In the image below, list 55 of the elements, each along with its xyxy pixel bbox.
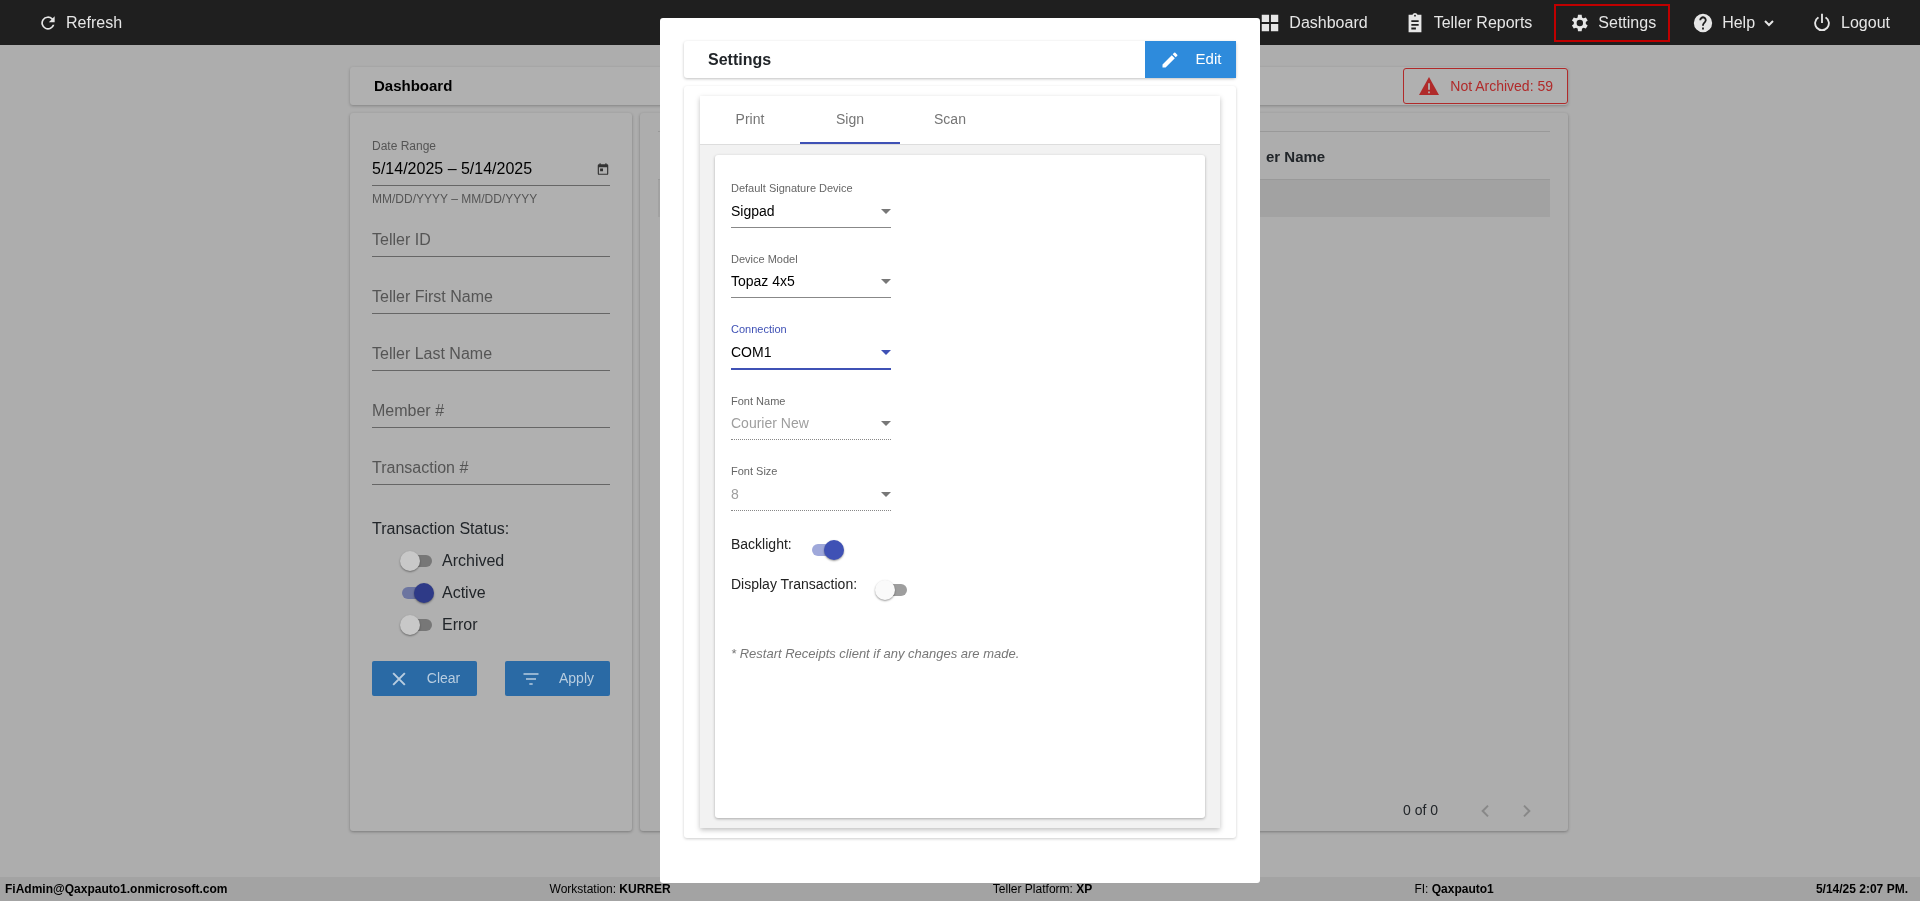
dialog-title: Settings xyxy=(707,49,772,70)
date-range-field[interactable]: 5/14/2025 – 5/14/2025 xyxy=(372,155,610,186)
dropdown-caret-icon xyxy=(881,421,891,426)
toggle-label: Backlight: xyxy=(731,534,792,554)
column-header: er Name xyxy=(1266,148,1326,165)
dropdown-caret-icon xyxy=(881,491,891,497)
refresh-button[interactable]: Refresh xyxy=(24,3,137,42)
tab[interactable]: Print xyxy=(700,96,800,144)
select-field[interactable]: COM1 xyxy=(731,339,891,370)
field-label: Font Size xyxy=(731,464,779,479)
nav-item[interactable]: Settings xyxy=(1554,3,1671,42)
nav-item[interactable]: Teller Reports xyxy=(1389,3,1547,42)
input-field[interactable]: Member # xyxy=(372,395,610,428)
dropdown-caret-icon xyxy=(881,349,891,355)
toggle-label: Display Transaction: xyxy=(731,574,858,594)
status-text: 5/14/25 2:07 PM. xyxy=(1815,881,1908,898)
toggle-switch[interactable] xyxy=(400,551,434,571)
input-field[interactable]: Teller First Name xyxy=(372,281,610,314)
status-text: FiAdmin@Qaxpauto1.onmicrosoft.com xyxy=(5,881,228,898)
page-count: 0 of 0 xyxy=(1402,801,1438,820)
nav-item[interactable]: Help xyxy=(1678,3,1790,42)
tab[interactable]: Scan xyxy=(900,96,1000,144)
select-field[interactable]: Sigpad xyxy=(731,198,891,228)
nav-item[interactable]: Dashboard xyxy=(1245,3,1382,42)
input-field[interactable]: Teller Last Name xyxy=(372,338,610,371)
status-text: FI: Qaxpauto1 xyxy=(1414,881,1494,898)
select-field: 8 xyxy=(731,481,891,511)
select-field[interactable]: Topaz 4x5 xyxy=(731,269,891,298)
field-label: Default Signature Device xyxy=(731,181,854,196)
help-icon xyxy=(1692,11,1715,34)
toggle-label: Active xyxy=(442,583,486,603)
edit-button[interactable]: Edit xyxy=(1145,41,1236,78)
status-text: Workstation: KURRER xyxy=(549,881,671,898)
input-field[interactable]: Teller ID xyxy=(372,224,610,257)
toggle-switch[interactable] xyxy=(400,583,434,603)
toggle-label: Error xyxy=(442,615,478,635)
field-label: Font Name xyxy=(731,393,787,409)
field-label: Connection xyxy=(731,322,788,337)
date-format-hint: MM/DD/YYYY – MM/DD/YYYY xyxy=(372,191,539,208)
field-label: Date Range xyxy=(372,138,438,155)
dropdown-caret-icon xyxy=(881,208,891,214)
nav-item[interactable]: Logout xyxy=(1797,3,1904,42)
input-field[interactable]: Transaction # xyxy=(372,452,610,485)
field-label: Device Model xyxy=(731,251,799,267)
restart-note: * Restart Receipts client if any changes are made. xyxy=(731,644,1021,663)
status-text: Teller Platform: XP xyxy=(992,881,1093,898)
toggle-switch[interactable] xyxy=(400,615,434,635)
status-heading: Transaction Status: xyxy=(372,519,511,539)
tab[interactable]: Sign xyxy=(800,96,900,144)
select-field: Courier New xyxy=(731,411,891,440)
dropdown-caret-icon xyxy=(881,279,891,284)
warning-icon xyxy=(1418,76,1441,96)
calendar-icon xyxy=(596,162,610,176)
toggle-label: Archived xyxy=(442,551,505,571)
page-title: Dashboard xyxy=(374,75,453,96)
